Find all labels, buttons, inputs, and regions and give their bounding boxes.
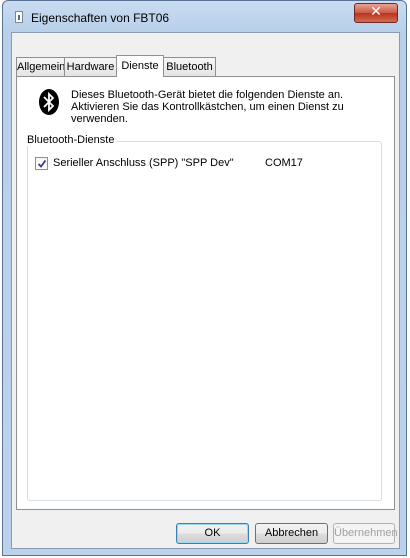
services-panel: Dieses Bluetooth-Gerät bietet die folgen… [16,76,395,510]
intro-text: Dieses Bluetooth-Gerät bietet die folgen… [71,89,344,125]
dialog-client-area: Allgemein Hardware Dienste Bluetooth Die… [11,32,400,549]
cancel-button[interactable]: Abbrechen [255,523,328,544]
title-bar[interactable]: Eigenschaften von FBT06 ✕ [3,1,406,33]
service-port: COM17 [265,157,303,169]
tab-hardware[interactable]: Hardware [64,57,117,76]
tab-allgemein[interactable]: Allgemein [16,57,65,76]
tab-dienste[interactable]: Dienste [116,55,164,77]
bluetooth-services-group: Bluetooth-Dienste Serieller Anschluss (S… [24,134,382,501]
group-label: Bluetooth-Dienste [24,134,118,146]
service-row[interactable]: Serieller Anschluss (SPP) "SPP Dev" COM1… [35,156,365,172]
close-button[interactable]: ✕ [354,3,398,23]
service-checkbox[interactable] [35,157,48,170]
window-title: Eigenschaften von FBT06 [31,11,170,25]
tab-bluetooth[interactable]: Bluetooth [163,57,216,76]
checkmark-icon [37,159,47,168]
bluetooth-icon [39,89,59,115]
window-icon [15,11,23,23]
ok-button[interactable]: OK [176,523,249,544]
properties-window: Eigenschaften von FBT06 ✕ Allgemein Hard… [2,0,407,556]
service-name: Serieller Anschluss (SPP) "SPP Dev" [53,157,234,169]
apply-button[interactable]: Übernehmen [333,523,398,544]
